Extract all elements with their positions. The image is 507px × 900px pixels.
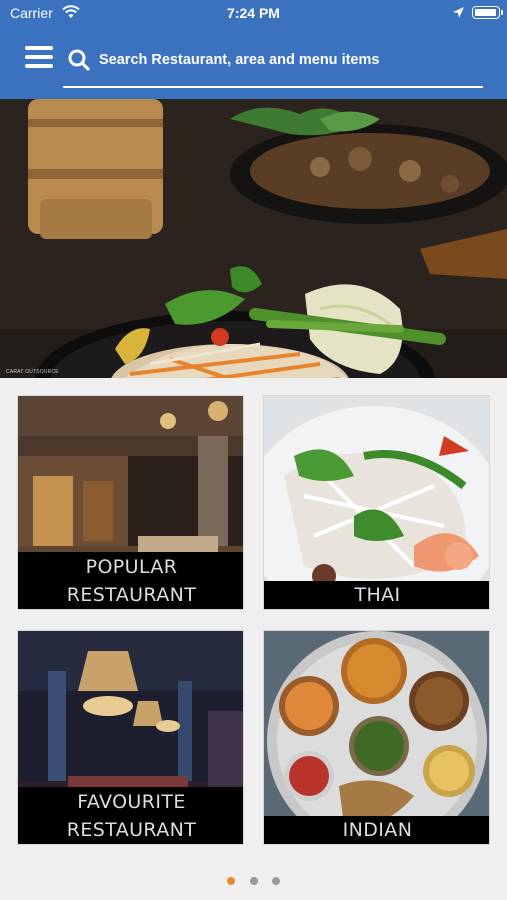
category-tile-popular-restaurant[interactable]: POPULAR RESTAURANT bbox=[17, 395, 244, 610]
battery-icon bbox=[472, 6, 503, 19]
search-bar bbox=[63, 38, 483, 88]
hamburger-menu-button[interactable] bbox=[25, 46, 53, 72]
category-label-line: POPULAR bbox=[85, 556, 178, 578]
category-label-line: THAI bbox=[354, 584, 401, 606]
category-tile-indian[interactable]: INDIAN bbox=[263, 630, 490, 845]
thai-salad-photo bbox=[264, 396, 489, 609]
location-arrow-icon bbox=[453, 7, 464, 18]
category-label-line: RESTAURANT bbox=[66, 819, 197, 841]
category-label: THAI bbox=[264, 581, 489, 609]
indian-thali-photo bbox=[264, 631, 489, 844]
category-label-line: INDIAN bbox=[342, 819, 413, 841]
page-indicator bbox=[0, 872, 507, 890]
menu-line-icon bbox=[25, 64, 53, 68]
category-label: INDIAN bbox=[264, 816, 489, 844]
category-label-line: FAVOURITE bbox=[77, 791, 186, 813]
hero-watermark: CARAT OUTSOURCE bbox=[6, 369, 59, 375]
category-label-line: RESTAURANT bbox=[66, 584, 197, 606]
status-bar: Carrier 7:24 PM bbox=[0, 0, 507, 26]
status-time: 7:24 PM bbox=[227, 5, 280, 21]
header-bar bbox=[0, 26, 507, 99]
page-dot-3[interactable] bbox=[271, 877, 280, 885]
hero-banner-image[interactable]: CARAT OUTSOURCE bbox=[0, 99, 507, 378]
category-label: FAVOURITE RESTAURANT bbox=[18, 787, 243, 844]
menu-line-icon bbox=[25, 55, 53, 59]
category-label: POPULAR RESTAURANT bbox=[18, 552, 243, 609]
menu-line-icon bbox=[25, 46, 53, 50]
search-icon bbox=[68, 49, 90, 71]
category-tile-favourite-restaurant[interactable]: FAVOURITE RESTAURANT bbox=[17, 630, 244, 845]
category-tile-thai[interactable]: THAI bbox=[263, 395, 490, 610]
thai-papaya-salad-photo bbox=[0, 99, 507, 378]
page-dot-2[interactable] bbox=[249, 877, 258, 885]
search-input[interactable] bbox=[99, 48, 479, 72]
page-dot-1[interactable] bbox=[227, 877, 236, 885]
